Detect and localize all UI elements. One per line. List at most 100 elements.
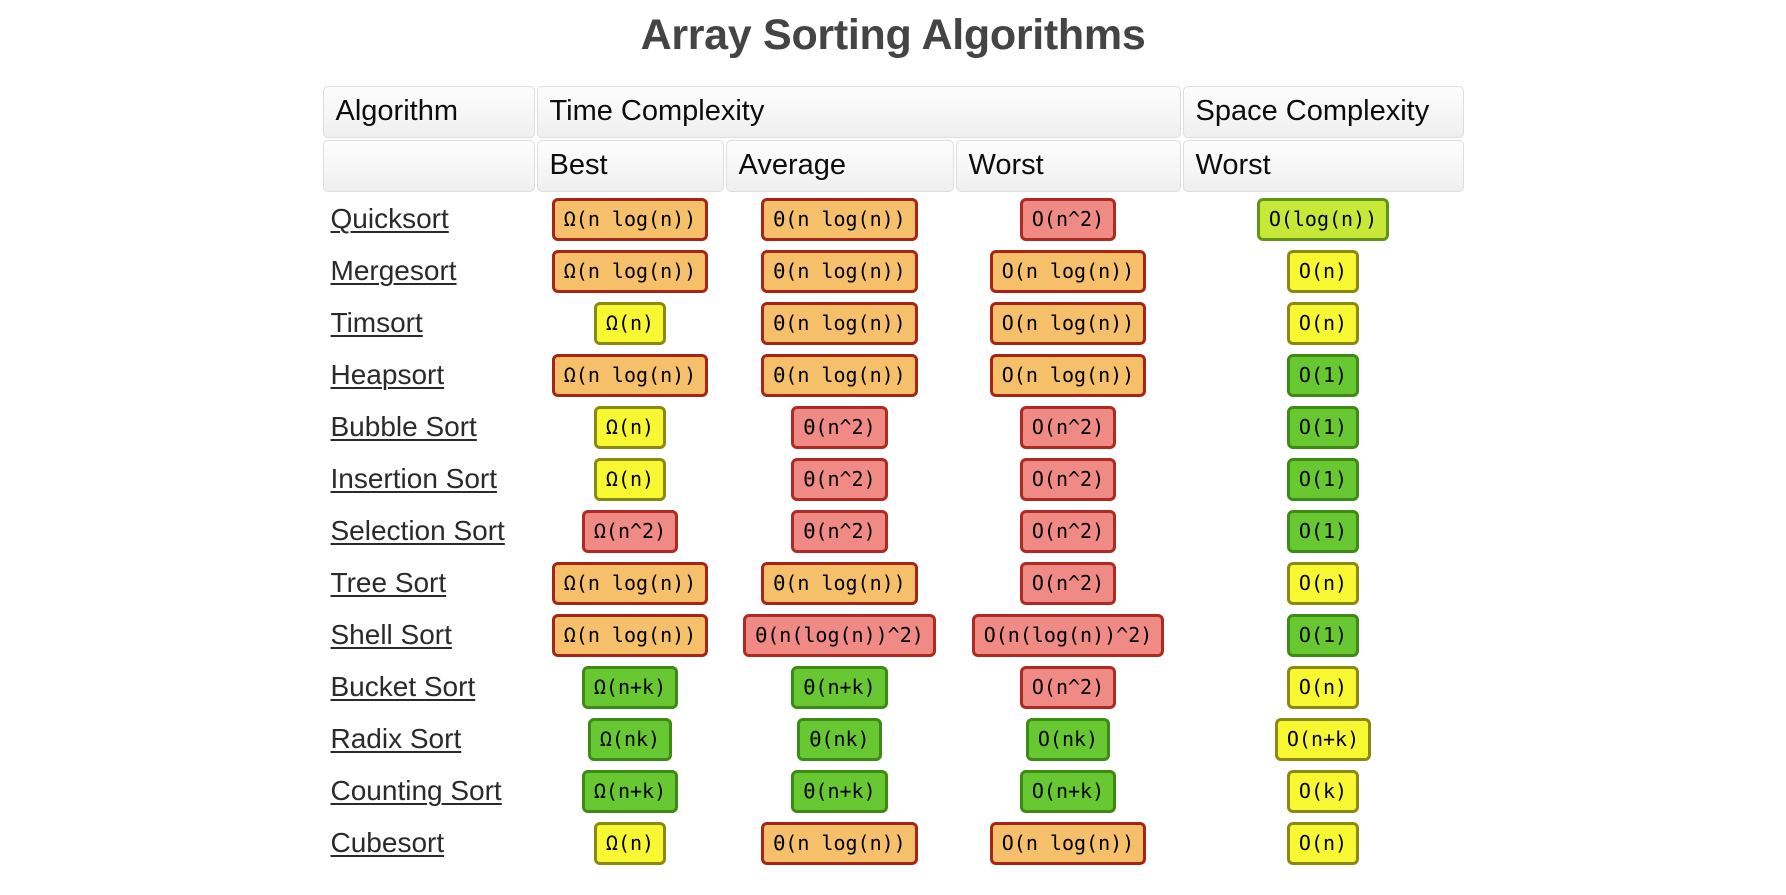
space-complexity-cell: O(n) bbox=[1183, 246, 1464, 296]
best-complexity-cell: Ω(n) bbox=[537, 298, 724, 348]
space-complexity-cell: O(n) bbox=[1183, 818, 1464, 868]
space-complexity-cell: O(n) bbox=[1183, 298, 1464, 348]
best-complexity-cell: Ω(n log(n)) bbox=[537, 350, 724, 400]
complexity-badge: O(n^2) bbox=[1019, 457, 1117, 501]
algorithm-link[interactable]: Radix Sort bbox=[331, 723, 462, 754]
average-complexity-cell: Θ(n log(n)) bbox=[726, 818, 954, 868]
algorithm-link[interactable]: Shell Sort bbox=[331, 619, 452, 650]
complexity-badge: O(n log(n)) bbox=[989, 821, 1147, 865]
average-complexity-cell: Θ(n^2) bbox=[726, 454, 954, 504]
complexity-badge: Ω(n^2) bbox=[581, 509, 679, 553]
complexity-badge: Θ(n+k) bbox=[791, 769, 888, 813]
table-row: Quicksort Ω(n log(n)) Θ(n log(n)) O(n^2) O(l… bbox=[323, 194, 1464, 244]
algorithm-link[interactable]: Bucket Sort bbox=[331, 671, 476, 702]
complexity-badge: Ω(n) bbox=[593, 405, 667, 449]
table-row: Mergesort Ω(n log(n)) Θ(n log(n)) O(n log(n… bbox=[323, 246, 1464, 296]
page-title: Array Sorting Algorithms bbox=[640, 11, 1146, 59]
best-complexity-cell: Ω(n log(n)) bbox=[537, 246, 724, 296]
complexity-badge: O(n) bbox=[1286, 821, 1360, 865]
complexity-badge: O(1) bbox=[1286, 353, 1360, 397]
complexity-badge: Ω(n log(n)) bbox=[551, 561, 709, 605]
complexity-table: Algorithm Time Complexity Space Complexi… bbox=[321, 84, 1466, 870]
complexity-badge: O(n+k) bbox=[1274, 717, 1372, 761]
average-complexity-cell: Θ(n log(n)) bbox=[726, 350, 954, 400]
algorithm-link[interactable]: Heapsort bbox=[331, 359, 445, 390]
average-complexity-cell: Θ(n log(n)) bbox=[726, 558, 954, 608]
complexity-badge: O(n log(n)) bbox=[989, 353, 1147, 397]
algorithm-link[interactable]: Insertion Sort bbox=[331, 463, 498, 494]
algorithm-name-cell: Insertion Sort bbox=[323, 454, 535, 504]
best-complexity-cell: Ω(n^2) bbox=[537, 506, 724, 556]
algorithm-name-cell: Cubesort bbox=[323, 818, 535, 868]
complexity-badge: Ω(n log(n)) bbox=[551, 197, 709, 241]
algorithm-link[interactable]: Tree Sort bbox=[331, 567, 447, 598]
table-row: Radix Sort Ω(nk) Θ(nk) O(nk) O(n+k) bbox=[323, 714, 1464, 764]
complexity-badge: O(k) bbox=[1286, 769, 1360, 813]
best-complexity-cell: Ω(n+k) bbox=[537, 662, 724, 712]
complexity-badge: Θ(n^2) bbox=[791, 509, 888, 553]
space-complexity-cell: O(1) bbox=[1183, 610, 1464, 660]
complexity-badge: O(1) bbox=[1286, 405, 1360, 449]
best-complexity-cell: Ω(nk) bbox=[537, 714, 724, 764]
worst-complexity-cell: O(n^2) bbox=[956, 194, 1181, 244]
space-complexity-cell: O(log(n)) bbox=[1183, 194, 1464, 244]
algorithm-name-cell: Radix Sort bbox=[323, 714, 535, 764]
complexity-badge: O(n^2) bbox=[1019, 509, 1117, 553]
header-best: Best bbox=[536, 140, 724, 192]
average-complexity-cell: Θ(n(log(n))^2) bbox=[726, 610, 954, 660]
complexity-badge: Ω(n+k) bbox=[581, 665, 679, 709]
complexity-badge: O(n) bbox=[1286, 561, 1360, 605]
complexity-badge: Ω(n) bbox=[593, 821, 667, 865]
worst-complexity-cell: O(n^2) bbox=[956, 662, 1181, 712]
complexity-badge: O(n log(n)) bbox=[989, 301, 1147, 345]
space-complexity-cell: O(n) bbox=[1183, 662, 1464, 712]
algorithm-link[interactable]: Quicksort bbox=[331, 203, 449, 234]
complexity-badge: O(n^2) bbox=[1019, 405, 1117, 449]
complexity-badge: Ω(n) bbox=[593, 301, 667, 345]
algorithm-name-cell: Quicksort bbox=[323, 194, 535, 244]
page-root: Array Sorting Algorithms Algorithm Time … bbox=[0, 0, 1786, 895]
complexity-badge: O(1) bbox=[1286, 509, 1360, 553]
average-complexity-cell: Θ(n log(n)) bbox=[726, 194, 954, 244]
complexity-badge: Θ(n log(n)) bbox=[761, 561, 918, 605]
average-complexity-cell: Θ(nk) bbox=[726, 714, 954, 764]
algorithm-link[interactable]: Bubble Sort bbox=[331, 411, 477, 442]
complexity-badge: O(n+k) bbox=[1019, 769, 1117, 813]
algorithm-name-cell: Bucket Sort bbox=[323, 662, 535, 712]
algorithm-link[interactable]: Timsort bbox=[331, 307, 423, 338]
complexity-badge: Θ(n log(n)) bbox=[761, 249, 918, 293]
table-row: Tree Sort Ω(n log(n)) Θ(n log(n)) O(n^2) O(n… bbox=[323, 558, 1464, 608]
best-complexity-cell: Ω(n log(n)) bbox=[537, 558, 724, 608]
worst-complexity-cell: O(n^2) bbox=[956, 402, 1181, 452]
space-complexity-cell: O(1) bbox=[1183, 350, 1464, 400]
group-header-row: Algorithm Time Complexity Space Complexi… bbox=[322, 86, 1464, 138]
algorithm-name-cell: Heapsort bbox=[323, 350, 535, 400]
average-complexity-cell: Θ(n+k) bbox=[726, 766, 954, 816]
header-blank bbox=[322, 140, 535, 192]
worst-complexity-cell: O(n log(n)) bbox=[956, 246, 1181, 296]
algorithm-link[interactable]: Cubesort bbox=[331, 827, 445, 858]
space-complexity-cell: O(n) bbox=[1183, 558, 1464, 608]
complexity-badge: O(n log(n)) bbox=[989, 249, 1147, 293]
algorithm-name-cell: Shell Sort bbox=[323, 610, 535, 660]
algorithm-name-cell: Tree Sort bbox=[323, 558, 535, 608]
worst-complexity-cell: O(n log(n)) bbox=[956, 350, 1181, 400]
algorithm-link[interactable]: Counting Sort bbox=[331, 775, 502, 806]
complexity-badge: Θ(n(log(n))^2) bbox=[743, 613, 936, 657]
worst-complexity-cell: O(nk) bbox=[956, 714, 1181, 764]
complexity-badge: Ω(n log(n)) bbox=[551, 353, 709, 397]
algorithm-link[interactable]: Mergesort bbox=[331, 255, 457, 286]
worst-complexity-cell: O(n(log(n))^2) bbox=[956, 610, 1181, 660]
header-average: Average bbox=[725, 140, 954, 192]
table-body: Quicksort Ω(n log(n)) Θ(n log(n)) O(n^2) O(l… bbox=[323, 194, 1464, 868]
average-complexity-cell: Θ(n^2) bbox=[726, 402, 954, 452]
complexity-badge: Θ(n^2) bbox=[791, 457, 888, 501]
worst-complexity-cell: O(n^2) bbox=[956, 558, 1181, 608]
space-complexity-cell: O(1) bbox=[1183, 402, 1464, 452]
table-row: Counting Sort Ω(n+k) Θ(n+k) O(n+k) O(k) bbox=[323, 766, 1464, 816]
header-algorithm: Algorithm bbox=[322, 86, 535, 138]
best-complexity-cell: Ω(n) bbox=[537, 454, 724, 504]
algorithm-link[interactable]: Selection Sort bbox=[331, 515, 505, 546]
average-complexity-cell: Θ(n log(n)) bbox=[726, 298, 954, 348]
average-complexity-cell: Θ(n log(n)) bbox=[726, 246, 954, 296]
